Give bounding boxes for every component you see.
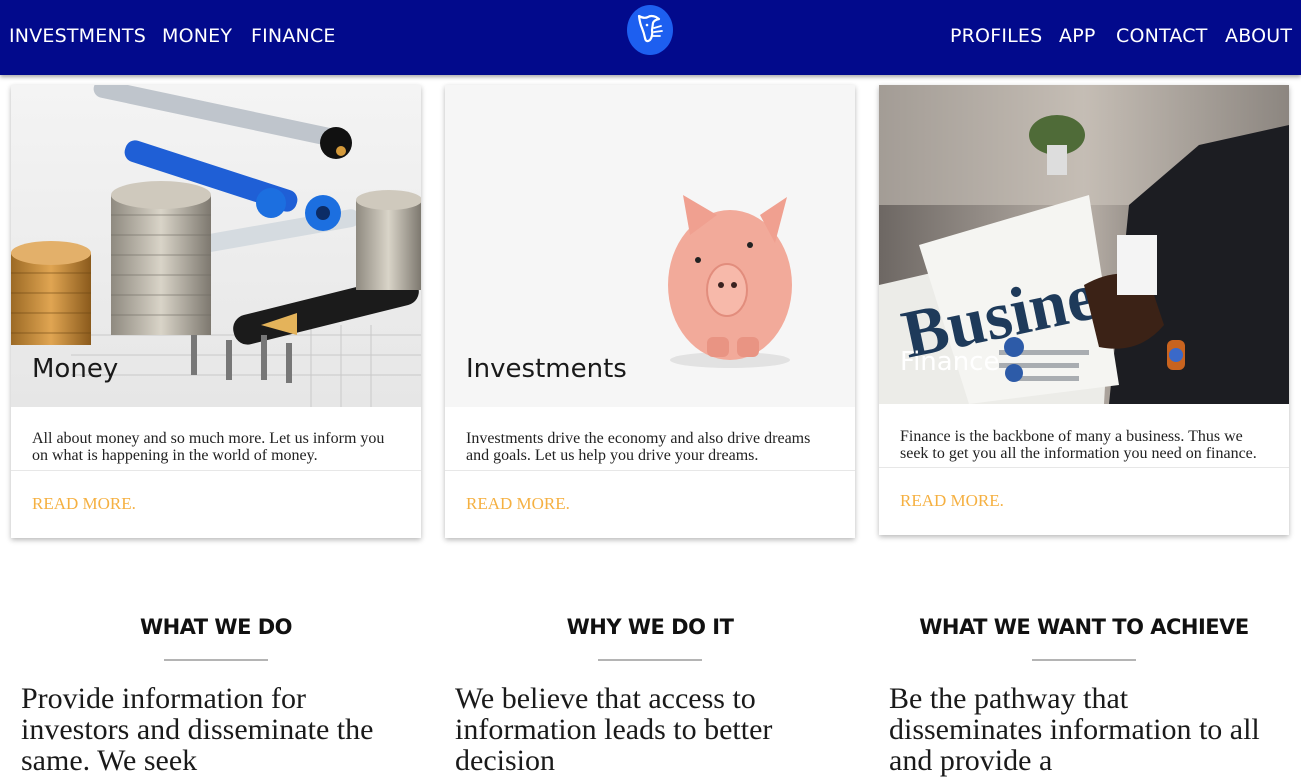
card-money-description: All about money and so much more. Let us…	[32, 430, 385, 464]
info-why-we-do-it: WHY WE DO IT We believe that access to i…	[445, 612, 855, 776]
read-more-link-money[interactable]: READ MORE.	[32, 493, 136, 515]
nav-link-money[interactable]: MONEY	[162, 23, 232, 49]
info-heading-what-we-do: WHAT WE DO	[139, 615, 293, 639]
read-more-link-investments[interactable]: READ MORE.	[466, 493, 570, 515]
nav-link-investments[interactable]: INVESTMENTS	[9, 23, 146, 49]
info-what-we-do: WHAT WE DO Provide information for inves…	[11, 612, 421, 776]
card-investments-image: Investments	[445, 85, 855, 407]
top-navbar: INVESTMENTS MONEY FINANCE PROFILES APP C…	[0, 0, 1301, 75]
card-finance-description: Finance is the backbone of many a busine…	[900, 428, 1257, 462]
nav-link-about[interactable]: ABOUT	[1225, 23, 1292, 49]
info-what-we-want-to-achieve: WHAT WE WANT TO ACHIEVE Be the pathway t…	[879, 612, 1289, 776]
card-investments-text: Investments drive the economy and also d…	[445, 407, 855, 470]
card-money-text: All about money and so much more. Let us…	[11, 407, 421, 470]
nav-link-finance[interactable]: FINANCE	[251, 23, 336, 49]
nav-link-contact[interactable]: CONTACT	[1116, 23, 1208, 49]
heading-divider	[598, 659, 702, 661]
info-text-why-we-do-it: We believe that access to information le…	[455, 682, 773, 777]
card-finance-title: Finance	[900, 347, 1000, 377]
info-heading-why-we-do-it: WHY WE DO IT	[566, 615, 734, 639]
card-finance-text: Finance is the backbone of many a busine…	[879, 404, 1289, 467]
heading-divider	[164, 659, 268, 661]
info-text-what-we-do: Provide information for investors and di…	[21, 682, 374, 777]
card-money: Money All about money and so much more. …	[11, 85, 421, 538]
nav-link-profiles[interactable]: PROFILES	[950, 23, 1042, 49]
card-finance: Business Finance Finance is the backbone…	[879, 85, 1289, 535]
card-finance-image: Business Finance	[879, 85, 1289, 404]
card-investments-description: Investments drive the economy and also d…	[466, 430, 811, 464]
card-investments-title: Investments	[466, 354, 627, 384]
info-text-what-we-want-to-achieve: Be the pathway that disseminates informa…	[889, 682, 1260, 777]
card-investments: Investments Investments drive the econom…	[445, 85, 855, 538]
bull-logo-icon[interactable]	[626, 3, 674, 55]
card-money-action: READ MORE.	[11, 470, 421, 538]
nav-link-app[interactable]: APP	[1059, 23, 1096, 49]
heading-divider	[1032, 659, 1136, 661]
card-investments-action: READ MORE.	[445, 470, 855, 538]
card-money-title: Money	[32, 354, 119, 384]
info-heading-what-we-want-to-achieve: WHAT WE WANT TO ACHIEVE	[919, 615, 1249, 639]
read-more-link-finance[interactable]: READ MORE.	[900, 490, 1004, 512]
card-money-image: Money	[11, 85, 421, 407]
card-finance-action: READ MORE.	[879, 467, 1289, 535]
